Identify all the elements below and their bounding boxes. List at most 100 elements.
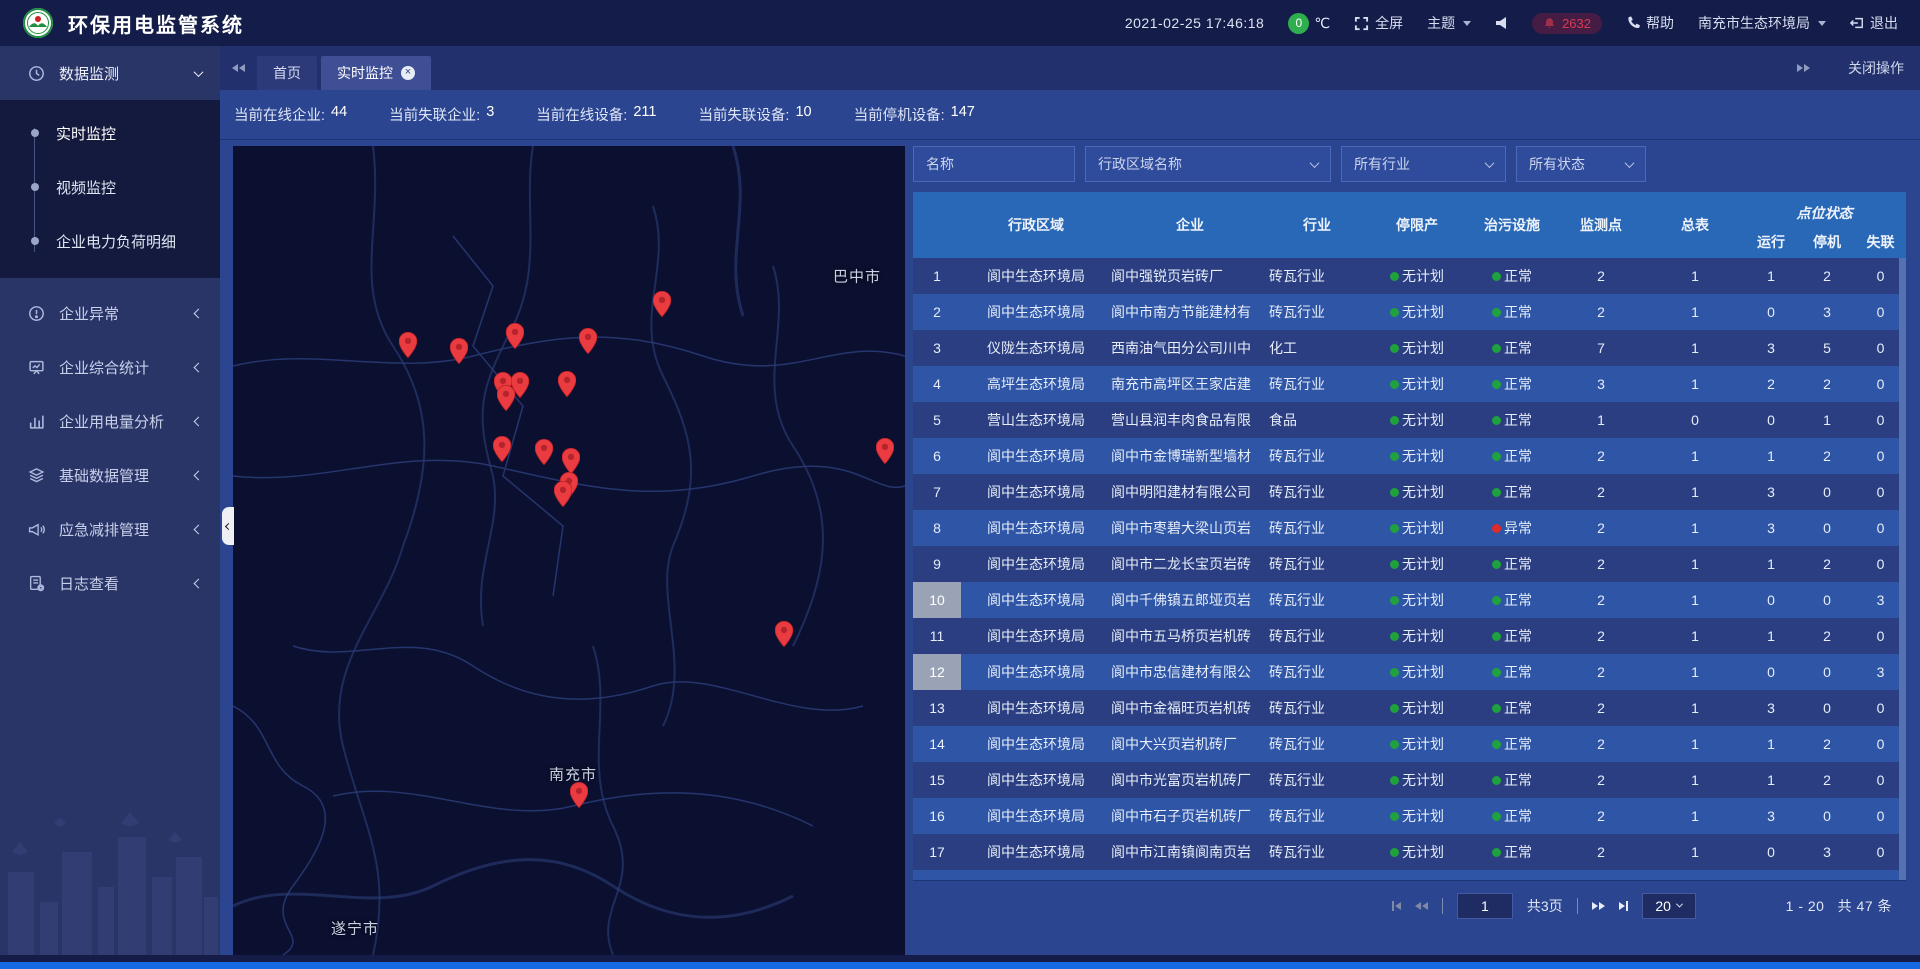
cell-meters: 1	[1647, 510, 1743, 546]
cell-halt: 0	[1799, 474, 1855, 510]
page-size-select[interactable]: 20	[1642, 893, 1696, 919]
page-number-input[interactable]: 1	[1457, 893, 1513, 919]
sidebar-collapse-handle[interactable]	[222, 507, 234, 545]
map-pin[interactable]	[653, 291, 671, 317]
table-row[interactable]: 4高坪生态环境局南充市高坪区王家店建砖瓦行业无计划正常31220	[913, 366, 1906, 402]
map-pin[interactable]	[562, 448, 580, 474]
first-page-button[interactable]	[1392, 901, 1401, 911]
cell-industry: 砖瓦行业	[1269, 654, 1365, 690]
cell-facility-status: 正常	[1469, 438, 1555, 474]
logout-button[interactable]: 退出	[1850, 13, 1898, 33]
close-operations-button[interactable]: 关闭操作	[1848, 58, 1904, 78]
table-row[interactable]: 1阆中生态环境局阆中强锐页岩砖厂砖瓦行业无计划正常21120	[913, 258, 1906, 294]
sidebar-item-power-analysis[interactable]: 企业用电量分析	[0, 394, 220, 448]
table-row[interactable]: 6阆中生态环境局阆中市金博瑞新型墙材砖瓦行业无计划正常21120	[913, 438, 1906, 474]
cell-run: 0	[1743, 294, 1799, 330]
sidebar-item-base-data[interactable]: 基础数据管理	[0, 448, 220, 502]
notification-badge[interactable]: 2632	[1532, 13, 1602, 34]
table-row[interactable]: 16阆中生态环境局阆中市石子页岩机砖厂砖瓦行业无计划正常21300	[913, 798, 1906, 834]
status-dot-icon	[1390, 344, 1399, 353]
table-row[interactable]: 13阆中生态环境局阆中市金福旺页岩机砖砖瓦行业无计划正常21300	[913, 690, 1906, 726]
sidebar-item-enterprise-stats[interactable]: 企业综合统计	[0, 340, 220, 394]
map-pin[interactable]	[497, 385, 515, 411]
chevron-down-icon	[1310, 158, 1320, 168]
map-pin[interactable]	[450, 338, 468, 364]
table-row[interactable]: 11阆中生态环境局阆中市五马桥页岩机砖砖瓦行业无计划正常21120	[913, 618, 1906, 654]
tab-realtime-monitor[interactable]: 实时监控	[321, 56, 431, 90]
cell-points: 2	[1555, 582, 1647, 618]
region-filter-select[interactable]: 行政区域名称	[1085, 146, 1331, 182]
table-row[interactable]: 14阆中生态环境局阆中大兴页岩机砖厂砖瓦行业无计划正常21120	[913, 726, 1906, 762]
cell-company: 阆中市忠信建材有限公	[1111, 654, 1269, 690]
cell-region: 阆中生态环境局	[961, 834, 1111, 870]
mute-button[interactable]	[1495, 16, 1508, 30]
status-dot-icon	[1390, 776, 1399, 785]
tab-home[interactable]: 首页	[257, 56, 317, 90]
table-row[interactable]: 17阆中生态环境局阆中市江南镇阆南页岩砖瓦行业无计划正常21030	[913, 834, 1906, 870]
table-row[interactable]: 12阆中生态环境局阆中市忠信建材有限公砖瓦行业无计划正常21003	[913, 654, 1906, 690]
workspace: 巴中市南充市遂宁市 行政区域名称 所有行业 所有状态	[220, 140, 1920, 955]
cell-stop-status: 无计划	[1365, 474, 1469, 510]
map-pin[interactable]	[579, 328, 597, 354]
sidebar-item-data-monitoring[interactable]: 数据监测	[0, 46, 220, 100]
row-index-cell: 9	[913, 546, 961, 582]
cell-industry: 砖瓦行业	[1269, 366, 1365, 402]
table-row[interactable]: 10阆中生态环境局阆中千佛镇五郎垭页岩砖瓦行业无计划正常21003	[913, 582, 1906, 618]
tabs-scroll-left-button[interactable]	[220, 46, 257, 90]
sidebar-item-realtime-monitor[interactable]: 实时监控	[0, 106, 220, 160]
table-row[interactable]: 2阆中生态环境局阆中市南方节能建材有砖瓦行业无计划正常21030	[913, 294, 1906, 330]
map-panel[interactable]: 巴中市南充市遂宁市	[233, 146, 905, 955]
fullscreen-button[interactable]: 全屏	[1354, 13, 1403, 33]
last-page-button[interactable]	[1619, 901, 1628, 911]
status-dot-icon	[1390, 596, 1399, 605]
map-pin[interactable]	[493, 436, 511, 462]
sidebar-item-power-load-detail[interactable]: 企业电力负荷明细	[0, 214, 220, 268]
table-row[interactable]: 7阆中生态环境局阆中明阳建材有限公司砖瓦行业无计划正常21300	[913, 474, 1906, 510]
cell-halt: 2	[1799, 618, 1855, 654]
map-pin[interactable]	[554, 481, 572, 507]
status-dot-icon	[1492, 668, 1501, 677]
name-filter-input[interactable]	[913, 146, 1075, 182]
status-filter-select[interactable]: 所有状态	[1516, 146, 1646, 182]
cell-stop-status: 无计划	[1365, 294, 1469, 330]
map-pin[interactable]	[775, 621, 793, 647]
tab-label: 首页	[273, 63, 301, 83]
table-scrollbar[interactable]	[1899, 258, 1906, 880]
close-icon[interactable]	[401, 66, 415, 80]
row-index-cell: 3	[913, 330, 961, 366]
cell-run: 3	[1743, 690, 1799, 726]
sidebar-item-enterprise-anomaly[interactable]: 企业异常	[0, 286, 220, 340]
org-dropdown[interactable]: 南充市生态环境局	[1698, 13, 1826, 33]
tabs-scroll-right-button[interactable]	[1785, 46, 1822, 90]
cell-stop-status: 无计划	[1365, 654, 1469, 690]
row-index-cell: 15	[913, 762, 961, 798]
table-row[interactable]: 5营山生态环境局营山县润丰肉食品有限食品无计划正常10010	[913, 402, 1906, 438]
map-pin[interactable]	[506, 323, 524, 349]
table-row[interactable]: 8阆中生态环境局阆中市枣碧大梁山页岩砖瓦行业无计划异常21300	[913, 510, 1906, 546]
map-pin[interactable]	[876, 438, 894, 464]
fullscreen-label: 全屏	[1375, 13, 1403, 33]
col-index	[913, 192, 961, 258]
map-pin[interactable]	[535, 439, 553, 465]
help-button[interactable]: 帮助	[1626, 13, 1674, 33]
prev-page-button[interactable]	[1415, 902, 1428, 910]
map-pin[interactable]	[558, 371, 576, 397]
table-row[interactable]: 15阆中生态环境局阆中市光富页岩机砖厂砖瓦行业无计划正常21120	[913, 762, 1906, 798]
sidebar-item-emergency-reduction[interactable]: 应急减排管理	[0, 502, 220, 556]
table-row[interactable]: 18南部生态环境局南部县弘华山河有限公砖瓦行业无计划正常21030	[913, 870, 1906, 880]
table-row[interactable]: 3仪陇生态环境局西南油气田分公司川中化工无计划正常71350	[913, 330, 1906, 366]
industry-filter-select[interactable]: 所有行业	[1341, 146, 1506, 182]
row-index-cell: 18	[913, 870, 961, 880]
map-pin[interactable]	[399, 332, 417, 358]
theme-dropdown[interactable]: 主题	[1427, 13, 1471, 33]
cell-company: 阆中市金福旺页岩机砖	[1111, 690, 1269, 726]
map-pin[interactable]	[570, 782, 588, 808]
table-row[interactable]: 9阆中生态环境局阆中市二龙长宝页岩砖砖瓦行业无计划正常21120	[913, 546, 1906, 582]
map-city-label: 南充市	[549, 764, 597, 785]
status-dot-icon	[1492, 740, 1501, 749]
cell-meters: 1	[1647, 798, 1743, 834]
sidebar-item-video-monitor[interactable]: 视频监控	[0, 160, 220, 214]
notification-count: 2632	[1562, 16, 1591, 31]
sidebar-item-logs[interactable]: 日志查看	[0, 556, 220, 610]
next-page-button[interactable]	[1592, 902, 1605, 910]
